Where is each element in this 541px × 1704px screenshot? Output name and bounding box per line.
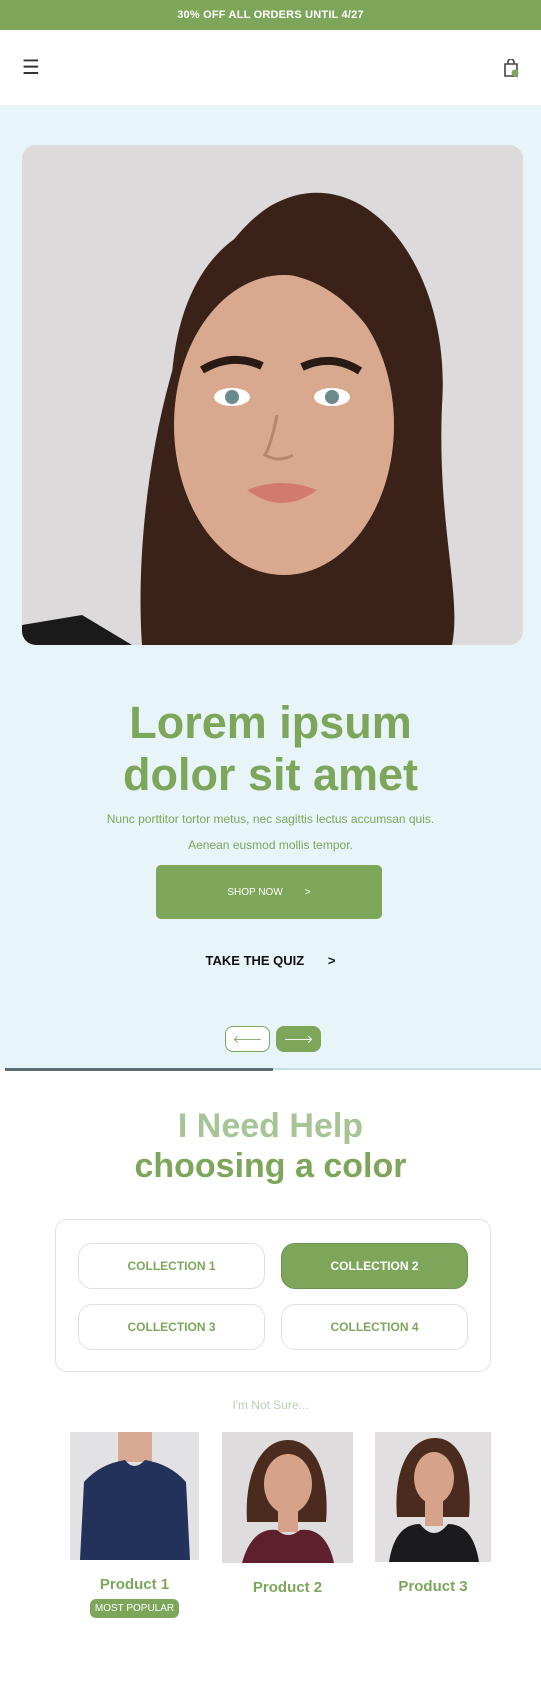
site-header: ☰	[0, 30, 541, 105]
help-heading: I Need Help choosing a color	[0, 1106, 541, 1186]
product-card-2[interactable]: Product 2	[222, 1432, 353, 1596]
shopping-bag-icon[interactable]	[503, 57, 519, 77]
collection-2-label: COLLECTION 2	[330, 1259, 419, 1273]
slider-progress-fill	[5, 1068, 273, 1071]
collection-1-label: COLLECTION 1	[127, 1259, 216, 1273]
hero-section: Lorem ipsum dolor sit amet Nunc porttito…	[0, 105, 541, 1071]
product-2-image	[222, 1432, 353, 1563]
shop-now-arrow: >	[304, 886, 311, 898]
most-popular-badge: MOST POPULAR	[89, 1599, 180, 1618]
collection-4-button[interactable]: COLLECTION 4	[281, 1304, 468, 1350]
arrow-left-icon: 🡐	[232, 1034, 263, 1046]
collection-2-button[interactable]: COLLECTION 2	[281, 1243, 468, 1289]
collection-4-label: COLLECTION 4	[330, 1320, 419, 1334]
collection-3-label: COLLECTION 3	[127, 1320, 216, 1334]
slider-progress-track	[5, 1068, 541, 1071]
shop-now-label: SHOP NOW	[227, 886, 283, 898]
product-3-name: Product 3	[398, 1578, 468, 1595]
hero-title: Lorem ipsum dolor sit amet	[0, 697, 541, 801]
hero-description-line1: Nunc porttitor tortor metus, nec sagitti…	[106, 812, 435, 826]
announcement-text: 30% OFF ALL ORDERS UNTIL 4/27	[177, 9, 364, 21]
slider-navigation: 🡐 🡒	[225, 1026, 321, 1052]
announcement-bar: 30% OFF ALL ORDERS UNTIL 4/27	[0, 0, 541, 30]
arrow-right-icon: 🡒	[283, 1034, 314, 1046]
help-heading-line1: I Need Help	[177, 1107, 364, 1145]
product-2-name: Product 2	[252, 1579, 323, 1596]
collection-selector: COLLECTION 1 COLLECTION 2 COLLECTION 3 C…	[55, 1219, 491, 1372]
shop-now-button[interactable]: SHOP NOW >	[156, 865, 382, 919]
product-1-image	[70, 1432, 199, 1560]
product-3-image	[375, 1432, 491, 1562]
hero-description: Nunc porttitor tortor metus, nec sagitti…	[60, 806, 481, 858]
product-card-3[interactable]: Product 3	[375, 1432, 491, 1595]
slider-prev-button[interactable]: 🡐	[225, 1026, 270, 1052]
hero-title-line1: Lorem ipsum	[129, 697, 412, 748]
slider-next-button[interactable]: 🡒	[276, 1026, 321, 1052]
hero-title-line2: dolor sit amet	[122, 749, 419, 800]
collection-1-button[interactable]: COLLECTION 1	[78, 1243, 265, 1289]
hamburger-icon[interactable]: ☰	[22, 58, 40, 78]
product-card-1[interactable]: Product 1 MOST POPULAR	[70, 1432, 199, 1618]
product-1-name: Product 1	[99, 1576, 170, 1593]
help-heading-line2: choosing a color	[134, 1147, 407, 1185]
take-quiz-link[interactable]: TAKE THE QUIZ >	[0, 953, 541, 968]
hero-description-line2: Aenean eusmod mollis tempor.	[188, 838, 353, 852]
hero-model-image	[22, 145, 523, 645]
take-quiz-arrow: >	[327, 953, 336, 968]
not-sure-link[interactable]: I'm Not Sure...	[0, 1398, 541, 1412]
take-quiz-label: TAKE THE QUIZ	[205, 953, 305, 968]
collection-3-button[interactable]: COLLECTION 3	[78, 1304, 265, 1350]
